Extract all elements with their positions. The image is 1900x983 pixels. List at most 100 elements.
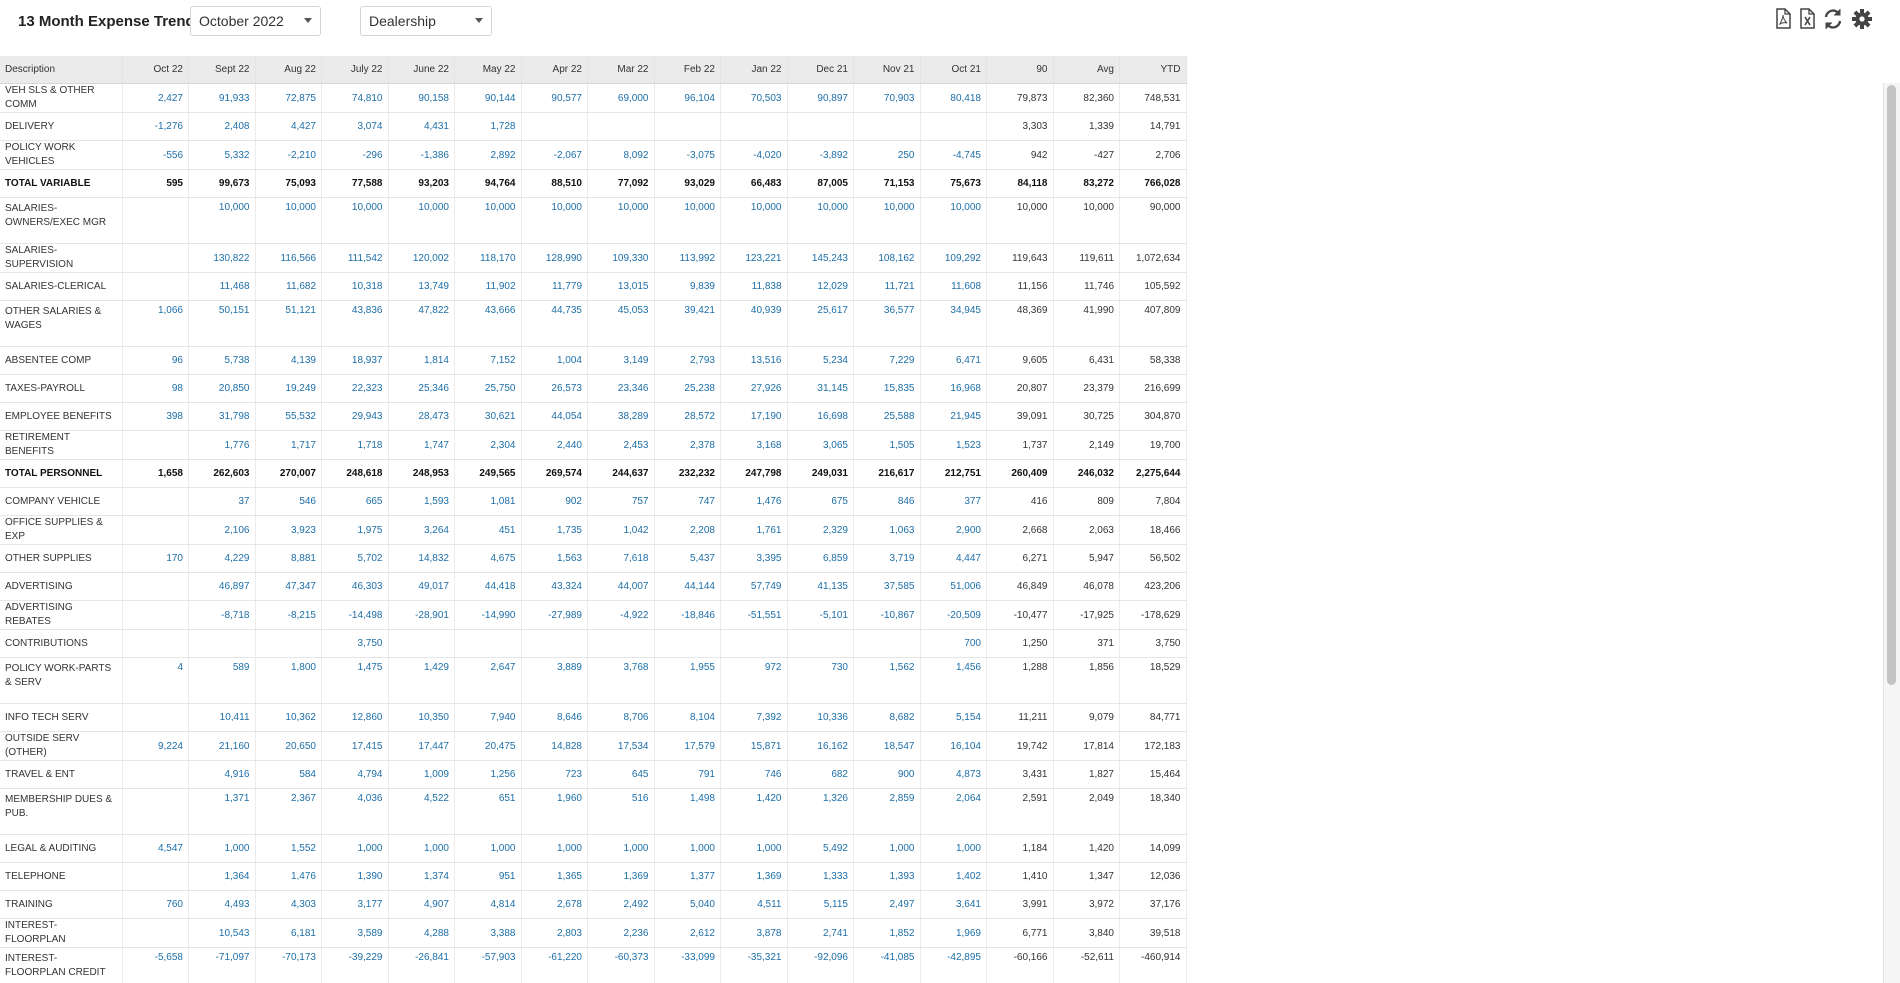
month-value-link[interactable]: 2,892 (454, 140, 522, 170)
month-value-link[interactable]: -60,373 (587, 947, 655, 983)
month-value-link[interactable]: 516 (587, 788, 655, 835)
month-value-link[interactable]: 2,427 (122, 83, 189, 113)
month-value-link[interactable]: 1,523 (920, 430, 987, 460)
month-value-link[interactable]: 12,029 (787, 272, 854, 301)
month-value-link[interactable]: 3,923 (255, 515, 322, 545)
month-value-link[interactable]: 1,326 (787, 788, 854, 835)
month-value-link[interactable]: 3,750 (321, 629, 389, 658)
month-value-link[interactable]: 43,836 (321, 300, 389, 347)
month-value-link[interactable]: -2,210 (255, 140, 322, 170)
month-value-link[interactable]: 4,288 (388, 918, 455, 948)
month-value-link[interactable]: 4,814 (454, 890, 522, 919)
month-value-link[interactable]: 44,054 (521, 402, 588, 431)
month-value-link[interactable]: 9,839 (654, 272, 721, 301)
pdf-export-icon[interactable] (1773, 8, 1795, 32)
month-value-link[interactable]: 46,303 (321, 572, 389, 601)
month-value-link[interactable]: 18,547 (853, 731, 921, 761)
month-value-link[interactable]: -10,867 (853, 600, 921, 630)
month-value-link[interactable]: -92,096 (787, 947, 854, 983)
month-value-link[interactable]: 7,152 (454, 346, 522, 375)
month-value-link[interactable]: 3,168 (720, 430, 788, 460)
month-value-link[interactable]: 12,860 (321, 703, 389, 732)
month-value-link[interactable]: 96,104 (654, 83, 721, 113)
month-value-link[interactable]: 4 (122, 657, 189, 704)
month-value-link[interactable]: -35,321 (720, 947, 788, 983)
month-value-link[interactable]: 1,371 (188, 788, 256, 835)
month-value-link[interactable]: 13,015 (587, 272, 655, 301)
month-value-link[interactable]: 1,498 (654, 788, 721, 835)
month-value-link[interactable]: 3,065 (787, 430, 854, 460)
month-value-link[interactable]: 2,367 (255, 788, 322, 835)
month-value-link[interactable]: 2,453 (587, 430, 655, 460)
month-value-link[interactable]: 1,960 (521, 788, 588, 835)
month-value-link[interactable]: 16,698 (787, 402, 854, 431)
month-value-link[interactable]: 51,121 (255, 300, 322, 347)
month-value-link[interactable]: 757 (587, 487, 655, 516)
month-value-link[interactable]: 4,036 (321, 788, 389, 835)
month-value-link[interactable]: 1,761 (720, 515, 788, 545)
month-value-link[interactable]: 98 (122, 374, 189, 403)
month-value-link[interactable]: 4,794 (321, 760, 389, 789)
month-value-link[interactable]: 14,832 (388, 544, 455, 573)
month-value-link[interactable]: 17,447 (388, 731, 455, 761)
month-value-link[interactable]: -71,097 (188, 947, 256, 983)
month-value-link[interactable]: 1,000 (521, 834, 588, 863)
column-header[interactable]: May 22 (454, 56, 522, 84)
month-value-link[interactable]: 3,719 (853, 544, 921, 573)
month-value-link[interactable]: 1,476 (720, 487, 788, 516)
month-value-link[interactable]: 4,916 (188, 760, 256, 789)
month-value-link[interactable]: 17,190 (720, 402, 788, 431)
month-value-link[interactable]: 130,822 (188, 243, 256, 273)
month-value-link[interactable]: 1,552 (255, 834, 322, 863)
month-select[interactable]: October 2022 (190, 6, 321, 36)
month-value-link[interactable]: -4,922 (587, 600, 655, 630)
month-value-link[interactable]: -8,215 (255, 600, 322, 630)
month-value-link[interactable]: 120,002 (388, 243, 455, 273)
month-value-link[interactable]: 25,346 (388, 374, 455, 403)
month-value-link[interactable]: 31,145 (787, 374, 854, 403)
month-value-link[interactable]: 900 (853, 760, 921, 789)
month-value-link[interactable]: 1,429 (388, 657, 455, 704)
month-value-link[interactable]: -20,509 (920, 600, 987, 630)
month-value-link[interactable]: 546 (255, 487, 322, 516)
month-value-link[interactable]: 15,835 (853, 374, 921, 403)
month-value-link[interactable]: 1,333 (787, 862, 854, 891)
month-value-link[interactable]: 10,350 (388, 703, 455, 732)
month-value-link[interactable]: 645 (587, 760, 655, 789)
month-value-link[interactable]: 10,336 (787, 703, 854, 732)
month-value-link[interactable]: 3,395 (720, 544, 788, 573)
month-value-link[interactable]: 21,945 (920, 402, 987, 431)
month-value-link[interactable]: 11,468 (188, 272, 256, 301)
month-value-link[interactable]: 3,768 (587, 657, 655, 704)
month-value-link[interactable]: 145,243 (787, 243, 854, 273)
month-value-link[interactable]: 51,006 (920, 572, 987, 601)
month-value-link[interactable]: 1,009 (388, 760, 455, 789)
month-value-link[interactable]: 1,747 (388, 430, 455, 460)
month-value-link[interactable]: 11,608 (920, 272, 987, 301)
month-value-link[interactable]: 108,162 (853, 243, 921, 273)
month-value-link[interactable]: 2,378 (654, 430, 721, 460)
month-value-link[interactable]: 22,323 (321, 374, 389, 403)
month-value-link[interactable]: 16,968 (920, 374, 987, 403)
month-value-link[interactable]: 2,304 (454, 430, 522, 460)
month-value-link[interactable]: 4,431 (388, 112, 455, 141)
month-value-link[interactable]: 96 (122, 346, 189, 375)
month-value-link[interactable]: -61,220 (521, 947, 588, 983)
month-value-link[interactable]: 10,362 (255, 703, 322, 732)
month-value-link[interactable]: 47,347 (255, 572, 322, 601)
gear-icon[interactable] (1851, 8, 1873, 32)
month-value-link[interactable]: 4,873 (920, 760, 987, 789)
month-value-link[interactable]: 38,289 (587, 402, 655, 431)
month-value-link[interactable]: -42,895 (920, 947, 987, 983)
column-header[interactable]: June 22 (388, 56, 455, 84)
month-value-link[interactable]: -28,901 (388, 600, 455, 630)
month-value-link[interactable]: 1,000 (188, 834, 256, 863)
month-value-link[interactable]: 4,675 (454, 544, 522, 573)
month-value-link[interactable]: 8,706 (587, 703, 655, 732)
month-value-link[interactable]: 5,154 (920, 703, 987, 732)
month-value-link[interactable]: 8,682 (853, 703, 921, 732)
column-header[interactable]: Jan 22 (720, 56, 788, 84)
month-value-link[interactable]: 2,208 (654, 515, 721, 545)
month-value-link[interactable]: 1,420 (720, 788, 788, 835)
month-value-link[interactable]: 1,717 (255, 430, 322, 460)
